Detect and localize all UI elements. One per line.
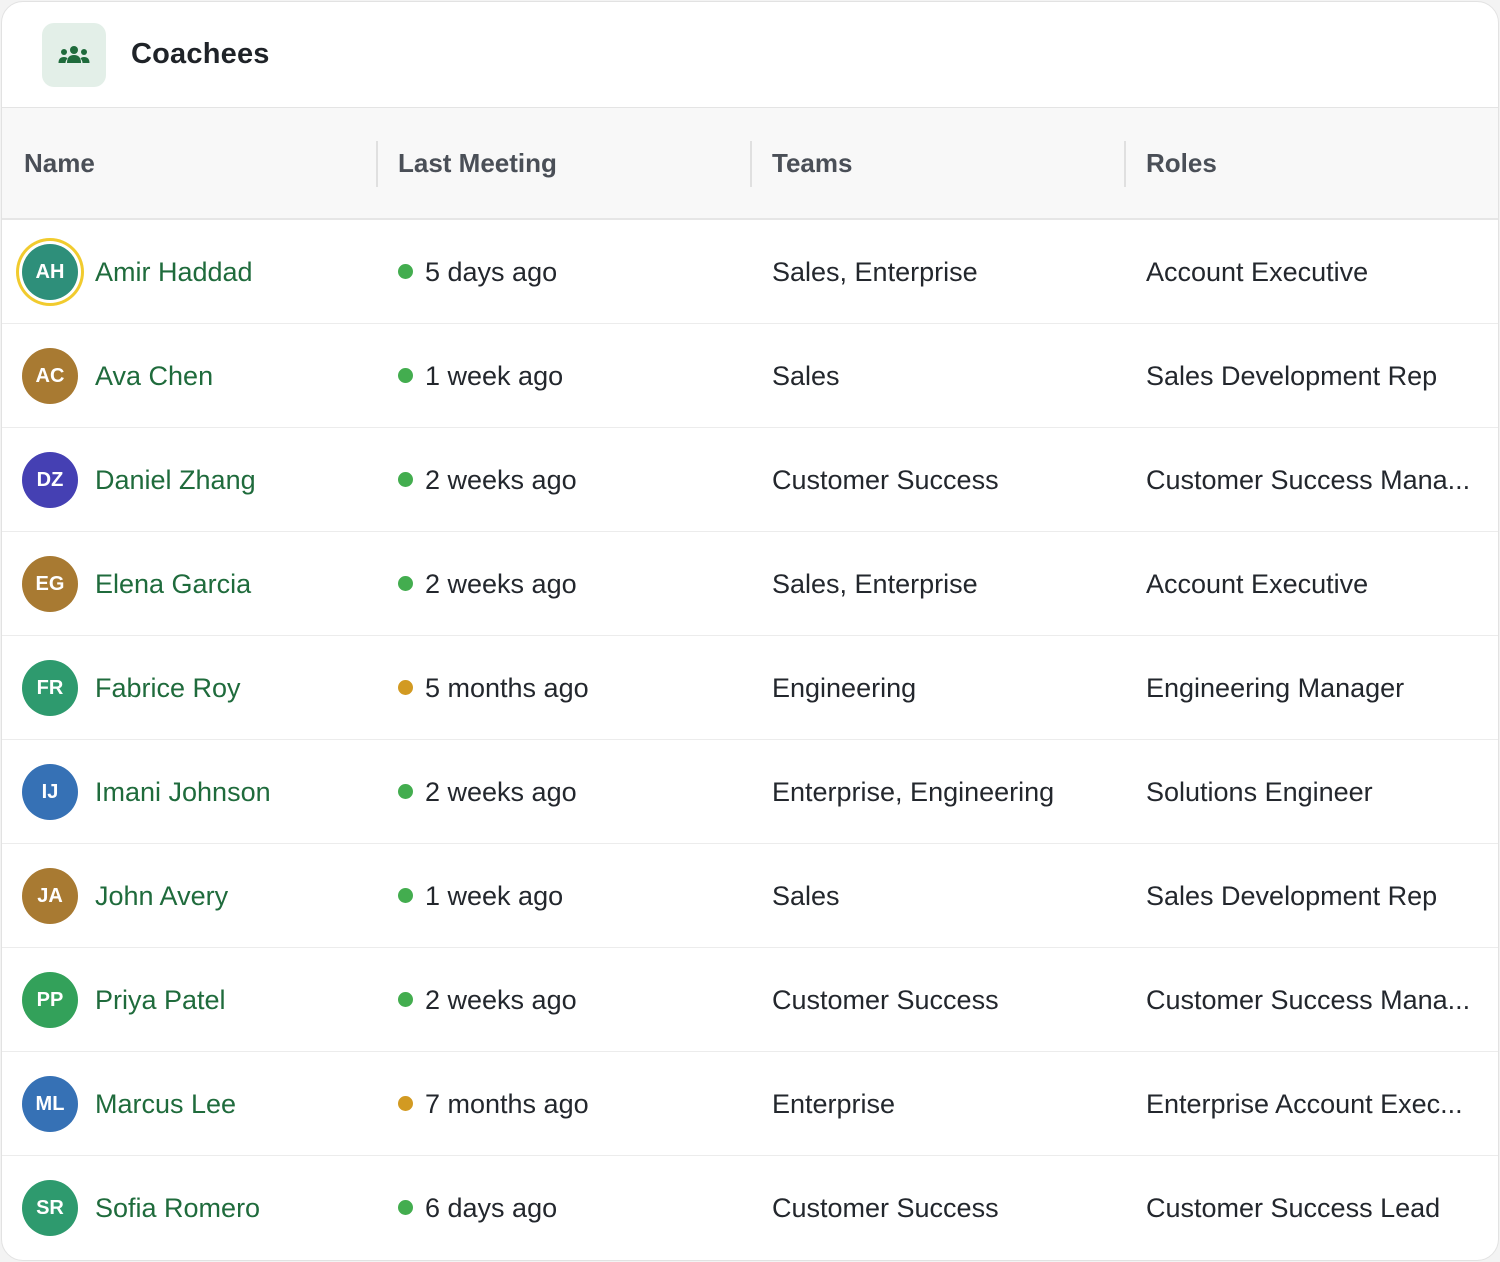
- column-resize-handle[interactable]: [750, 141, 752, 187]
- roles-cell: Account Executive: [1146, 532, 1478, 636]
- teams-text: Customer Success: [772, 1192, 999, 1223]
- roles-cell: Enterprise Account Exec...: [1146, 1052, 1478, 1156]
- coachee-name-link[interactable]: Amir Haddad: [95, 220, 253, 324]
- table-header: Name Last Meeting Teams Roles: [2, 108, 1498, 220]
- last-meeting-text: 2 weeks ago: [425, 464, 577, 495]
- roles-cell: Account Executive: [1146, 220, 1478, 324]
- teams-text: Customer Success: [772, 464, 999, 495]
- teams-text: Enterprise, Engineering: [772, 776, 1055, 807]
- column-resize-handle[interactable]: [1124, 141, 1126, 187]
- card-header: Coachees: [2, 2, 1498, 108]
- roles-text: Sales Development Rep: [1146, 880, 1438, 911]
- status-dot-icon: [398, 784, 413, 799]
- table-row[interactable]: JA John Avery 1 week ago Sales Sales Develop…: [2, 844, 1498, 948]
- table-row[interactable]: AH Amir Haddad 5 days ago Sales, Enterprise…: [2, 220, 1498, 324]
- roles-cell: Sales Development Rep: [1146, 324, 1478, 428]
- avatar: AH: [22, 244, 78, 300]
- teams-text: Sales: [772, 880, 840, 911]
- teams-text: Sales, Enterprise: [772, 568, 978, 599]
- status-dot-icon: [398, 576, 413, 591]
- roles-text: Engineering Manager: [1146, 672, 1405, 703]
- status-dot-icon: [398, 1200, 413, 1215]
- coachee-name-link[interactable]: Daniel Zhang: [95, 428, 256, 532]
- last-meeting-text: 1 week ago: [425, 360, 564, 391]
- last-meeting-text: 1 week ago: [425, 880, 564, 911]
- coachee-name-link[interactable]: Elena Garcia: [95, 532, 251, 636]
- roles-cell: Customer Success Mana...: [1146, 948, 1478, 1052]
- coachee-name-link[interactable]: Sofia Romero: [95, 1156, 260, 1260]
- roles-cell: Engineering Manager: [1146, 636, 1478, 740]
- roles-text: Customer Success Mana...: [1146, 984, 1471, 1015]
- column-header-roles[interactable]: Roles: [1146, 108, 1217, 218]
- status-dot-icon: [398, 472, 413, 487]
- page-title: Coachees: [131, 38, 270, 70]
- table-row[interactable]: EG Elena Garcia 2 weeks ago Sales, Enterpri…: [2, 532, 1498, 636]
- table-row[interactable]: IJ Imani Johnson 2 weeks ago Enterprise, En…: [2, 740, 1498, 844]
- avatar: AC: [22, 348, 78, 404]
- status-dot-icon: [398, 888, 413, 903]
- coachee-name-link[interactable]: Fabrice Roy: [95, 636, 241, 740]
- column-header-name[interactable]: Name: [24, 108, 95, 218]
- table-row[interactable]: AC Ava Chen 1 week ago Sales Sales Developme…: [2, 324, 1498, 428]
- status-dot-icon: [398, 264, 413, 279]
- column-header-teams[interactable]: Teams: [772, 108, 852, 218]
- coachees-card: Coachees Name Last Meeting Teams Roles A…: [1, 1, 1499, 1261]
- coachee-name-link[interactable]: Ava Chen: [95, 324, 213, 428]
- avatar: DZ: [22, 452, 78, 508]
- roles-cell: Sales Development Rep: [1146, 844, 1478, 948]
- coachee-name-link[interactable]: Imani Johnson: [95, 740, 271, 844]
- coachee-name-link[interactable]: John Avery: [95, 844, 228, 948]
- avatar: JA: [22, 868, 78, 924]
- last-meeting-text: 2 weeks ago: [425, 984, 577, 1015]
- roles-text: Sales Development Rep: [1146, 360, 1438, 391]
- last-meeting-text: 2 weeks ago: [425, 776, 577, 807]
- teams-text: Sales: [772, 360, 840, 391]
- avatar: PP: [22, 972, 78, 1028]
- last-meeting-text: 5 days ago: [425, 256, 558, 287]
- status-dot-icon: [398, 680, 413, 695]
- roles-cell: Customer Success Mana...: [1146, 428, 1478, 532]
- coachee-name-link[interactable]: Priya Patel: [95, 948, 226, 1052]
- avatar: EG: [22, 556, 78, 612]
- table-row[interactable]: PP Priya Patel 2 weeks ago Customer Success…: [2, 948, 1498, 1052]
- teams-text: Sales, Enterprise: [772, 256, 978, 287]
- roles-text: Solutions Engineer: [1146, 776, 1373, 807]
- avatar: FR: [22, 660, 78, 716]
- avatar: ML: [22, 1076, 78, 1132]
- last-meeting-text: 2 weeks ago: [425, 568, 577, 599]
- roles-text: Customer Success Mana...: [1146, 464, 1471, 495]
- last-meeting-text: 5 months ago: [425, 672, 589, 703]
- table-row[interactable]: SR Sofia Romero 6 days ago Customer Success…: [2, 1156, 1498, 1260]
- avatar: SR: [22, 1180, 78, 1236]
- table-row[interactable]: ML Marcus Lee 7 months ago Enterprise Enterp…: [2, 1052, 1498, 1156]
- coachee-name-link[interactable]: Marcus Lee: [95, 1052, 236, 1156]
- status-dot-icon: [398, 368, 413, 383]
- roles-text: Account Executive: [1146, 568, 1369, 599]
- people-group-icon: [42, 22, 106, 87]
- status-dot-icon: [398, 1096, 413, 1111]
- roles-cell: Customer Success Lead: [1146, 1156, 1478, 1260]
- avatar: IJ: [22, 764, 78, 820]
- teams-text: Customer Success: [772, 984, 999, 1015]
- roles-text: Account Executive: [1146, 256, 1369, 287]
- table-body: AH Amir Haddad 5 days ago Sales, Enterprise…: [2, 220, 1498, 1260]
- roles-text: Customer Success Lead: [1146, 1192, 1441, 1223]
- last-meeting-text: 6 days ago: [425, 1192, 558, 1223]
- roles-cell: Solutions Engineer: [1146, 740, 1478, 844]
- teams-text: Engineering: [772, 672, 917, 703]
- status-dot-icon: [398, 992, 413, 1007]
- column-header-last-meeting[interactable]: Last Meeting: [398, 108, 557, 218]
- teams-text: Enterprise: [772, 1088, 896, 1119]
- table-row[interactable]: DZ Daniel Zhang 2 weeks ago Customer Succes…: [2, 428, 1498, 532]
- table-row[interactable]: FR Fabrice Roy 5 months ago Engineering Engi…: [2, 636, 1498, 740]
- last-meeting-text: 7 months ago: [425, 1088, 589, 1119]
- column-resize-handle[interactable]: [376, 141, 378, 187]
- roles-text: Enterprise Account Exec...: [1146, 1088, 1463, 1119]
